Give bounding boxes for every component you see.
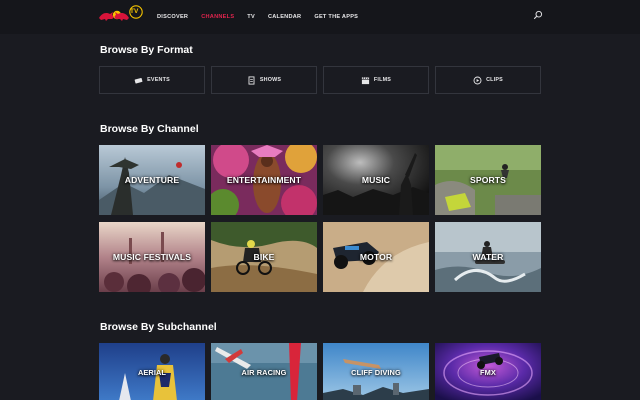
format-label: EVENTS [147,77,170,83]
tile-label: FMX [480,368,496,377]
channel-tile-water[interactable]: WATER [435,222,541,292]
ticket-icon [134,77,143,83]
tile-label: AIR RACING [241,368,287,377]
format-label: CLIPS [486,77,503,83]
document-icon [248,75,255,85]
format-events-button[interactable]: EVENTS [99,66,205,94]
tile-label: MOTOR [359,252,393,262]
subchannel-section-title: Browse By Subchannel [100,321,217,333]
subchannel-tile-aerial[interactable]: AERIAL [99,343,205,400]
channel-section-title: Browse By Channel [100,123,199,135]
nav-get-the-apps[interactable]: GET THE APPS [314,11,358,23]
nav-channels[interactable]: CHANNELS [201,11,234,23]
nav-tv[interactable]: TV [247,11,255,23]
top-navigation-bar: TV DISCOVER CHANNELS TV CALENDAR GET THE… [0,0,640,34]
channel-tile-sports[interactable]: SPORTS [435,145,541,215]
format-label: FILMS [373,77,392,83]
tile-label: CLIFF DIVING [351,368,401,377]
clapperboard-icon [361,76,370,84]
tile-label: MUSIC [361,175,391,185]
channel-tile-entertainment[interactable]: ENTERTAINMENT [211,145,317,215]
format-section-title: Browse By Format [100,44,193,56]
tile-label: ENTERTAINMENT [226,175,302,185]
format-clips-button[interactable]: CLIPS [435,66,541,94]
format-shows-button[interactable]: SHOWS [211,66,317,94]
subchannel-tile-air-racing[interactable]: AIR RACING [211,343,317,400]
nav-discover[interactable]: DISCOVER [157,11,188,23]
channel-tile-music-festivals[interactable]: MUSIC FESTIVALS [99,222,205,292]
channel-tile-adventure[interactable]: ADVENTURE [99,145,205,215]
main-nav: DISCOVER CHANNELS TV CALENDAR GET THE AP… [157,11,358,23]
tile-label: MUSIC FESTIVALS [112,252,192,262]
tile-label: AERIAL [137,368,167,377]
format-label: SHOWS [259,77,282,83]
play-circle-icon [473,76,482,84]
tile-label: WATER [472,252,504,262]
logo-tv-text: TV [130,8,139,15]
channel-tile-music[interactable]: MUSIC [323,145,429,215]
subchannel-tile-cliff-diving[interactable]: CLIFF DIVING [323,343,429,400]
format-films-button[interactable]: FILMS [323,66,429,94]
nav-calendar[interactable]: CALENDAR [268,11,301,23]
subchannel-tile-fmx[interactable]: FMX [435,343,541,400]
tile-label: SPORTS [470,175,506,185]
channel-tile-bike[interactable]: BIKE [211,222,317,292]
tile-label: BIKE [253,252,275,262]
search-icon[interactable] [533,10,543,20]
tile-label: ADVENTURE [124,175,180,185]
channel-tile-motor[interactable]: MOTOR [323,222,429,292]
